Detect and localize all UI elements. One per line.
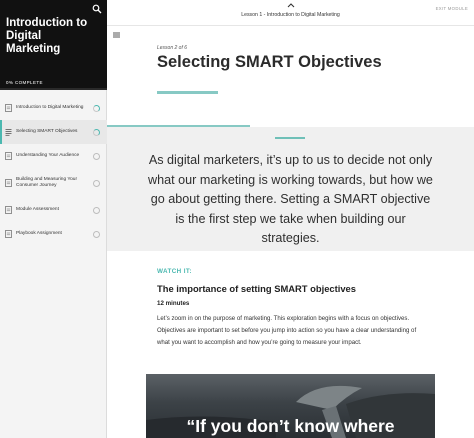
in-progress-status-icon [93,128,100,136]
quote-block: As digital marketers, it’s up to us to d… [107,127,474,251]
lesson-breadcrumb: Lesson 1 - Introduction to Digital Marke… [241,12,340,18]
lesson-item-smart-objectives[interactable]: Selecting SMART Objectives [0,120,107,144]
course-title: Introduction to Digital Marketing [6,17,88,55]
document-icon [5,104,12,112]
not-started-status-icon [93,179,100,187]
not-started-status-icon [93,152,100,160]
lesson-item-consumer-journey[interactable]: Building and Measuring Your Consumer Jou… [0,168,107,198]
not-started-status-icon [93,206,100,214]
lesson-counter: Lesson 2 of 6 [157,45,188,51]
exit-module-button[interactable]: EXIT MODULE [436,6,468,11]
lesson-label: Playbook Assignment [16,231,62,236]
lesson-item-module-assessment[interactable]: Module Assessment [0,198,107,222]
video-title: The importance of setting SMART objectiv… [157,283,356,294]
lesson-label: Introduction to Digital Marketing [16,105,84,110]
quote-divider [275,137,305,139]
menu-icon[interactable] [113,32,120,38]
lesson-label: Building and Measuring Your Consumer Jou… [16,177,78,188]
not-started-status-icon [93,230,100,238]
watch-label: WATCH IT: [157,268,192,275]
course-sidebar: Introduction to Digital Marketing 0% COM… [0,0,107,438]
progress-label: 0% COMPLETE [6,80,43,85]
lesson-label: Selecting SMART Objectives [16,129,78,134]
quote-text: As digital marketers, it’s up to us to d… [148,153,433,245]
video-description: Let’s zoom in on the purpose of marketin… [157,315,417,347]
document-icon [5,230,12,238]
search-icon[interactable] [92,4,102,14]
lesson-item-introduction[interactable]: Introduction to Digital Marketing [0,96,107,120]
document-icon [5,206,12,214]
top-bar: Lesson 1 - Introduction to Digital Marke… [107,0,474,26]
sidebar-header: Introduction to Digital Marketing 0% COM… [0,0,107,90]
lesson-list: Introduction to Digital Marketing Select… [0,96,107,246]
document-icon [5,152,12,160]
lesson-label: Understanding Your Audience [16,153,80,158]
chevron-up-icon[interactable] [287,2,295,8]
lesson-viewer: Introduction to Digital Marketing 0% COM… [0,0,474,438]
title-divider [157,91,218,94]
text-lines-icon [5,129,12,136]
course-progress-bar [0,88,107,90]
video-duration: 12 minutes [157,300,190,307]
video-player[interactable]: “If you don’t know where [146,374,435,438]
page-title: Selecting SMART Objectives [157,53,382,71]
lesson-item-audience[interactable]: Understanding Your Audience [0,144,107,168]
in-progress-status-icon [93,104,100,112]
video-caption: “If you don’t know where [186,416,395,436]
document-icon [5,179,12,187]
lesson-item-playbook-assignment[interactable]: Playbook Assignment [0,222,107,246]
lesson-label: Module Assessment [16,207,59,212]
